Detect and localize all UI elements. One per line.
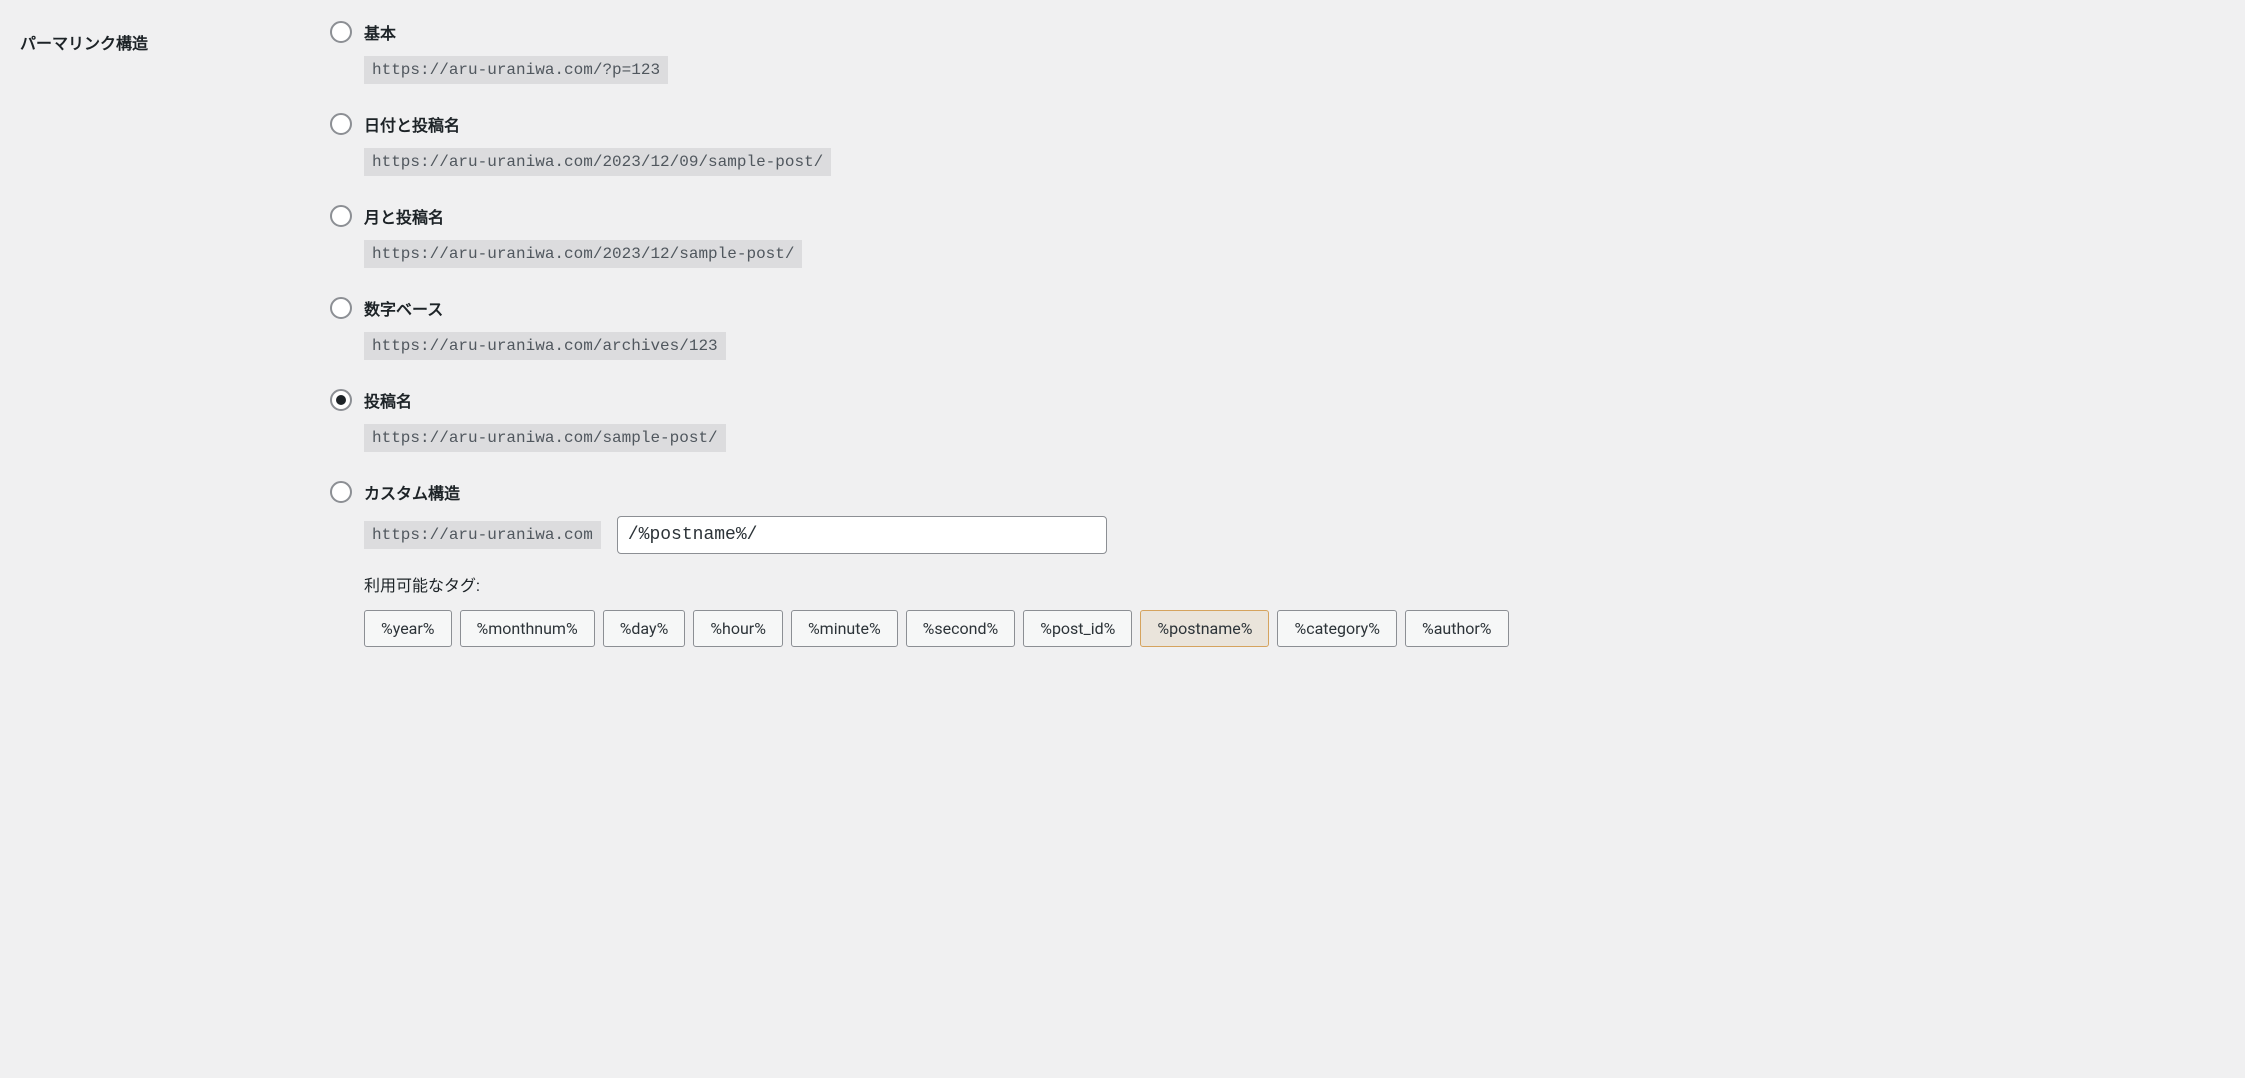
- option-numeric-title: 数字ベース: [364, 296, 443, 320]
- example-url-postname: https://aru-uraniwa.com/sample-post/: [364, 424, 726, 452]
- option-month-name-title: 月と投稿名: [364, 204, 444, 228]
- example-url-plain: https://aru-uraniwa.com/?p=123: [364, 56, 668, 84]
- custom-structure-row: https://aru-uraniwa.com: [364, 516, 2225, 554]
- option-postname: 投稿名 https://aru-uraniwa.com/sample-post/: [330, 388, 2225, 452]
- option-plain-title: 基本: [364, 20, 396, 44]
- option-custom-title: カスタム構造: [364, 480, 460, 504]
- option-postname-label[interactable]: 投稿名: [330, 388, 2225, 412]
- example-url-month-name: https://aru-uraniwa.com/2023/12/sample-p…: [364, 240, 802, 268]
- tag-minute[interactable]: %minute%: [791, 610, 898, 647]
- example-url-numeric: https://aru-uraniwa.com/archives/123: [364, 332, 726, 360]
- option-custom-label[interactable]: カスタム構造: [330, 480, 2225, 504]
- example-url-day-name: https://aru-uraniwa.com/2023/12/09/sampl…: [364, 148, 831, 176]
- option-day-name-title: 日付と投稿名: [364, 112, 460, 136]
- tag-author[interactable]: %author%: [1405, 610, 1509, 647]
- tag-hour[interactable]: %hour%: [693, 610, 783, 647]
- option-day-name-label[interactable]: 日付と投稿名: [330, 112, 2225, 136]
- tag-postname[interactable]: %postname%: [1140, 610, 1269, 647]
- tag-category[interactable]: %category%: [1277, 610, 1396, 647]
- radio-day-name[interactable]: [330, 113, 352, 135]
- custom-structure-input[interactable]: [617, 516, 1107, 554]
- option-day-name: 日付と投稿名 https://aru-uraniwa.com/2023/12/0…: [330, 112, 2225, 176]
- tag-second[interactable]: %second%: [906, 610, 1016, 647]
- available-tags-label: 利用可能なタグ:: [364, 572, 2225, 596]
- option-numeric: 数字ベース https://aru-uraniwa.com/archives/1…: [330, 296, 2225, 360]
- radio-plain[interactable]: [330, 21, 352, 43]
- tag-monthnum[interactable]: %monthnum%: [460, 610, 595, 647]
- option-postname-title: 投稿名: [364, 388, 412, 412]
- options-column: 基本 https://aru-uraniwa.com/?p=123 日付と投稿名…: [330, 20, 2225, 675]
- radio-custom[interactable]: [330, 481, 352, 503]
- option-plain-label[interactable]: 基本: [330, 20, 2225, 44]
- available-tags-row: %year% %monthnum% %day% %hour% %minute% …: [364, 610, 2225, 647]
- tag-post-id[interactable]: %post_id%: [1023, 610, 1132, 647]
- tag-year[interactable]: %year%: [364, 610, 452, 647]
- radio-month-name[interactable]: [330, 205, 352, 227]
- custom-prefix: https://aru-uraniwa.com: [364, 521, 601, 549]
- permalink-settings-form: パーマリンク構造 基本 https://aru-uraniwa.com/?p=1…: [20, 20, 2225, 675]
- option-month-name-label[interactable]: 月と投稿名: [330, 204, 2225, 228]
- section-label: パーマリンク構造: [20, 20, 330, 54]
- radio-postname[interactable]: [330, 389, 352, 411]
- option-month-name: 月と投稿名 https://aru-uraniwa.com/2023/12/sa…: [330, 204, 2225, 268]
- option-numeric-label[interactable]: 数字ベース: [330, 296, 2225, 320]
- tag-day[interactable]: %day%: [603, 610, 686, 647]
- option-custom: カスタム構造 https://aru-uraniwa.com 利用可能なタグ: …: [330, 480, 2225, 647]
- radio-numeric[interactable]: [330, 297, 352, 319]
- option-plain: 基本 https://aru-uraniwa.com/?p=123: [330, 20, 2225, 84]
